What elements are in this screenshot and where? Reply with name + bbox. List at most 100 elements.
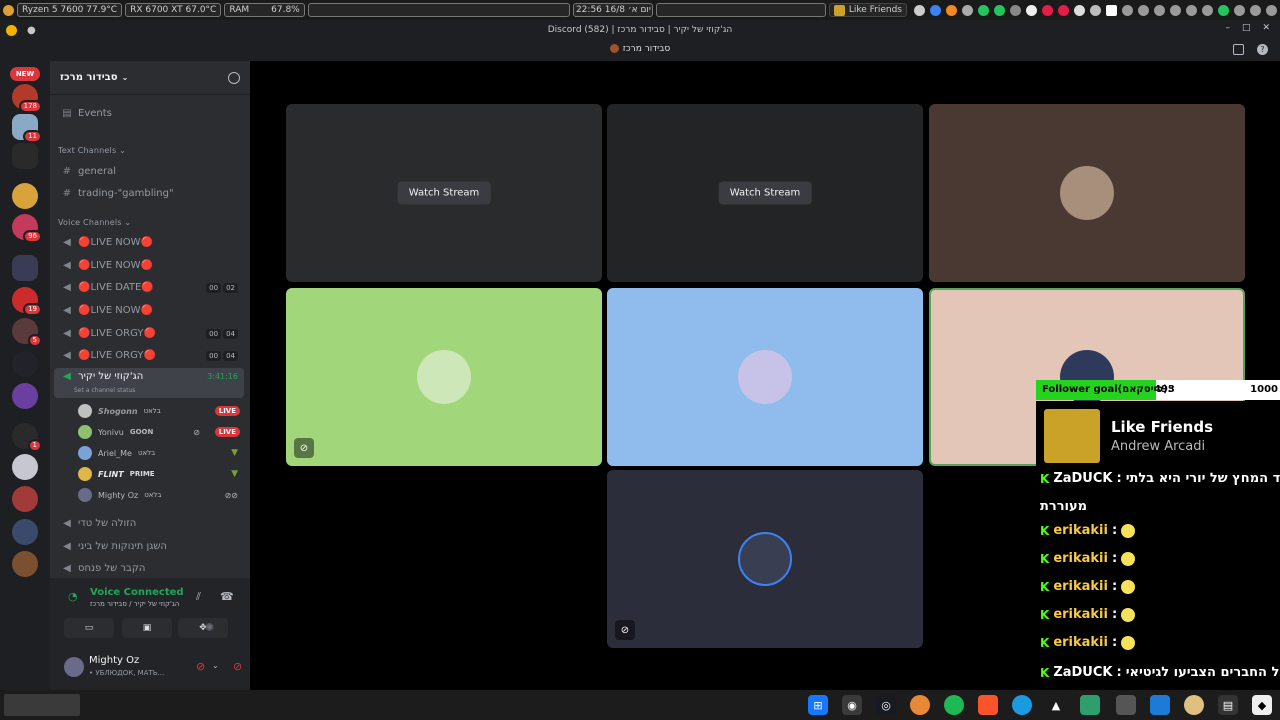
windows-icon[interactable]: ⊞ bbox=[808, 695, 828, 715]
participant-tile[interactable] bbox=[929, 104, 1245, 282]
mute-mic-icon[interactable]: ⊘ bbox=[196, 660, 205, 673]
battery-icon[interactable] bbox=[1234, 4, 1245, 16]
clock[interactable]: יום א׳ 16/8 22:56 bbox=[573, 3, 654, 17]
safari-icon[interactable] bbox=[1012, 695, 1032, 715]
user-avatar[interactable] bbox=[64, 657, 84, 677]
server-icon[interactable]: 19 bbox=[12, 287, 42, 316]
deafen-icon[interactable]: ⊘ bbox=[233, 660, 242, 673]
workspace-switcher[interactable] bbox=[4, 694, 80, 716]
active-task[interactable]: Like Friends bbox=[828, 3, 907, 17]
participant-tile[interactable] bbox=[607, 288, 923, 466]
folder-icon[interactable] bbox=[1116, 695, 1136, 715]
server-icon[interactable]: 96 bbox=[12, 214, 42, 243]
voice-channel[interactable]: ◀ 🔴LIVE NOW🔴 bbox=[54, 300, 244, 321]
voice-status[interactable]: Voice Connected bbox=[90, 587, 184, 598]
voice-member[interactable]: FLINT PRIME ▼ bbox=[78, 464, 244, 484]
server-icon[interactable] bbox=[12, 551, 38, 577]
channel-status[interactable]: Set a channel status bbox=[74, 387, 135, 394]
tray-icon[interactable] bbox=[1026, 4, 1037, 16]
participant-tile[interactable]: ⊘ bbox=[607, 470, 923, 648]
tray-icon[interactable] bbox=[1010, 4, 1021, 16]
mic-icon[interactable] bbox=[1186, 4, 1197, 16]
server-icon[interactable]: 11 bbox=[12, 114, 42, 143]
voice-channel[interactable]: ◀ השגן תינוקות של ביני bbox=[54, 536, 244, 557]
voice-member[interactable]: Shogonn בלאט LIVE bbox=[78, 401, 244, 421]
brightness-icon[interactable] bbox=[1138, 4, 1149, 16]
inkscape-icon[interactable]: ▲ bbox=[1046, 695, 1066, 715]
active-voice-channel[interactable]: ◀ הג'קוזי של יקיר 3:41:16 Set a channel … bbox=[54, 368, 244, 398]
server-icon[interactable] bbox=[12, 351, 38, 377]
tray-icon[interactable] bbox=[1074, 4, 1085, 16]
tray-icon[interactable] bbox=[1042, 4, 1053, 16]
screen-icon[interactable] bbox=[1202, 4, 1213, 16]
server-folder-icon[interactable] bbox=[12, 143, 38, 169]
voice-channel[interactable]: ◀ 🔴LIVE ORGY🔴 00 04 bbox=[54, 345, 244, 366]
update-icon[interactable] bbox=[1218, 4, 1229, 16]
server-icon[interactable]: 1 bbox=[12, 423, 42, 452]
events-item[interactable]: ▤ Events bbox=[54, 103, 244, 124]
server-icon[interactable]: 5 bbox=[12, 318, 42, 347]
new-badge[interactable]: NEW bbox=[10, 67, 40, 81]
layers-icon[interactable] bbox=[1080, 695, 1100, 715]
tray-icon[interactable] bbox=[930, 4, 941, 16]
volume-icon[interactable] bbox=[1122, 4, 1133, 16]
tray-icon[interactable] bbox=[1090, 4, 1101, 16]
tray-icon[interactable] bbox=[946, 4, 957, 16]
voice-member[interactable]: Mighty Oz בלאט ⊘⊘ bbox=[78, 485, 244, 505]
activities-button[interactable]: ✥ bbox=[178, 618, 228, 638]
soundboard-icon[interactable]: ✺ bbox=[205, 621, 214, 634]
server-icon[interactable] bbox=[12, 383, 38, 409]
voice-channel[interactable]: ◀ 🔴LIVE ORGY🔴 00 04 bbox=[54, 323, 244, 344]
browser-icon[interactable] bbox=[910, 695, 930, 715]
close-button[interactable]: ✕ bbox=[1262, 23, 1270, 33]
brave-icon[interactable] bbox=[978, 695, 998, 715]
voice-category[interactable]: Voice Channels ⌄ bbox=[58, 218, 131, 227]
disconnect-icon[interactable]: ☎ bbox=[220, 590, 234, 603]
add-member-icon[interactable] bbox=[228, 71, 240, 84]
stream-tile[interactable]: Watch Stream bbox=[286, 104, 602, 282]
minimize-button[interactable]: – bbox=[1225, 23, 1230, 33]
channel-trading[interactable]: # trading-"gambling" bbox=[54, 183, 244, 204]
help-icon[interactable]: ? bbox=[1257, 44, 1268, 55]
inbox-icon[interactable] bbox=[1233, 44, 1244, 55]
voice-member[interactable]: Yonivu GOON ⊘ LIVE bbox=[78, 422, 244, 442]
launcher-icon[interactable] bbox=[3, 4, 14, 16]
server-icon[interactable] bbox=[12, 486, 38, 512]
server-icon[interactable] bbox=[12, 454, 38, 480]
steam-icon[interactable]: ◎ bbox=[876, 695, 896, 715]
tray-icon[interactable] bbox=[978, 4, 989, 16]
tray-icon[interactable] bbox=[994, 4, 1005, 16]
voice-channel[interactable]: ◀ הקבר של פנחס bbox=[54, 558, 244, 579]
text-category[interactable]: Text Channels ⌄ bbox=[58, 146, 126, 155]
channel-general[interactable]: # general bbox=[54, 161, 244, 182]
server-header[interactable]: סבידור מרכז ⌄ bbox=[50, 61, 250, 95]
server-icon[interactable] bbox=[12, 519, 38, 545]
voice-member[interactable]: Ariel_Me בלאט ▼ bbox=[78, 443, 244, 463]
launcher-icon[interactable]: ◆ bbox=[1252, 695, 1272, 715]
server-icon[interactable] bbox=[12, 183, 38, 209]
noise-suppression-icon[interactable]: ⫽ bbox=[196, 590, 201, 604]
participant-tile[interactable]: ⊘ bbox=[286, 288, 602, 466]
spotify-icon[interactable] bbox=[944, 695, 964, 715]
settings-icon[interactable] bbox=[1266, 4, 1277, 16]
watch-stream-button[interactable]: Watch Stream bbox=[718, 181, 812, 205]
bluetooth-icon[interactable] bbox=[1170, 4, 1181, 16]
voice-channel[interactable]: ◀ 🔴LIVE NOW🔴 bbox=[54, 255, 244, 276]
tray-icon[interactable] bbox=[914, 4, 925, 16]
stream-tile[interactable]: Watch Stream bbox=[607, 104, 923, 282]
tray-icon[interactable] bbox=[1058, 4, 1069, 16]
store-icon[interactable] bbox=[1150, 695, 1170, 715]
camera-button[interactable]: ▭ bbox=[64, 618, 114, 638]
notifications-icon[interactable] bbox=[1250, 4, 1261, 16]
app-icon[interactable] bbox=[1184, 695, 1204, 715]
terminal-icon[interactable]: ▤ bbox=[1218, 695, 1238, 715]
chevron-down-icon[interactable]: ⌄ bbox=[212, 661, 219, 670]
voice-channel[interactable]: ◀ הזולה של טדי bbox=[54, 513, 244, 534]
server-icon[interactable]: 178 bbox=[12, 84, 42, 113]
voice-channel[interactable]: ◀ 🔴LIVE NOW🔴 bbox=[54, 232, 244, 253]
network-icon[interactable] bbox=[1154, 4, 1165, 16]
voice-channel[interactable]: ◀ 🔴LIVE DATE🔴 00 02 bbox=[54, 277, 244, 298]
tray-icon[interactable] bbox=[1106, 4, 1117, 16]
maximize-button[interactable]: □ bbox=[1242, 23, 1251, 33]
voice-location[interactable]: הג'קוזי של יקיר / סבידור מרכז bbox=[90, 600, 179, 608]
